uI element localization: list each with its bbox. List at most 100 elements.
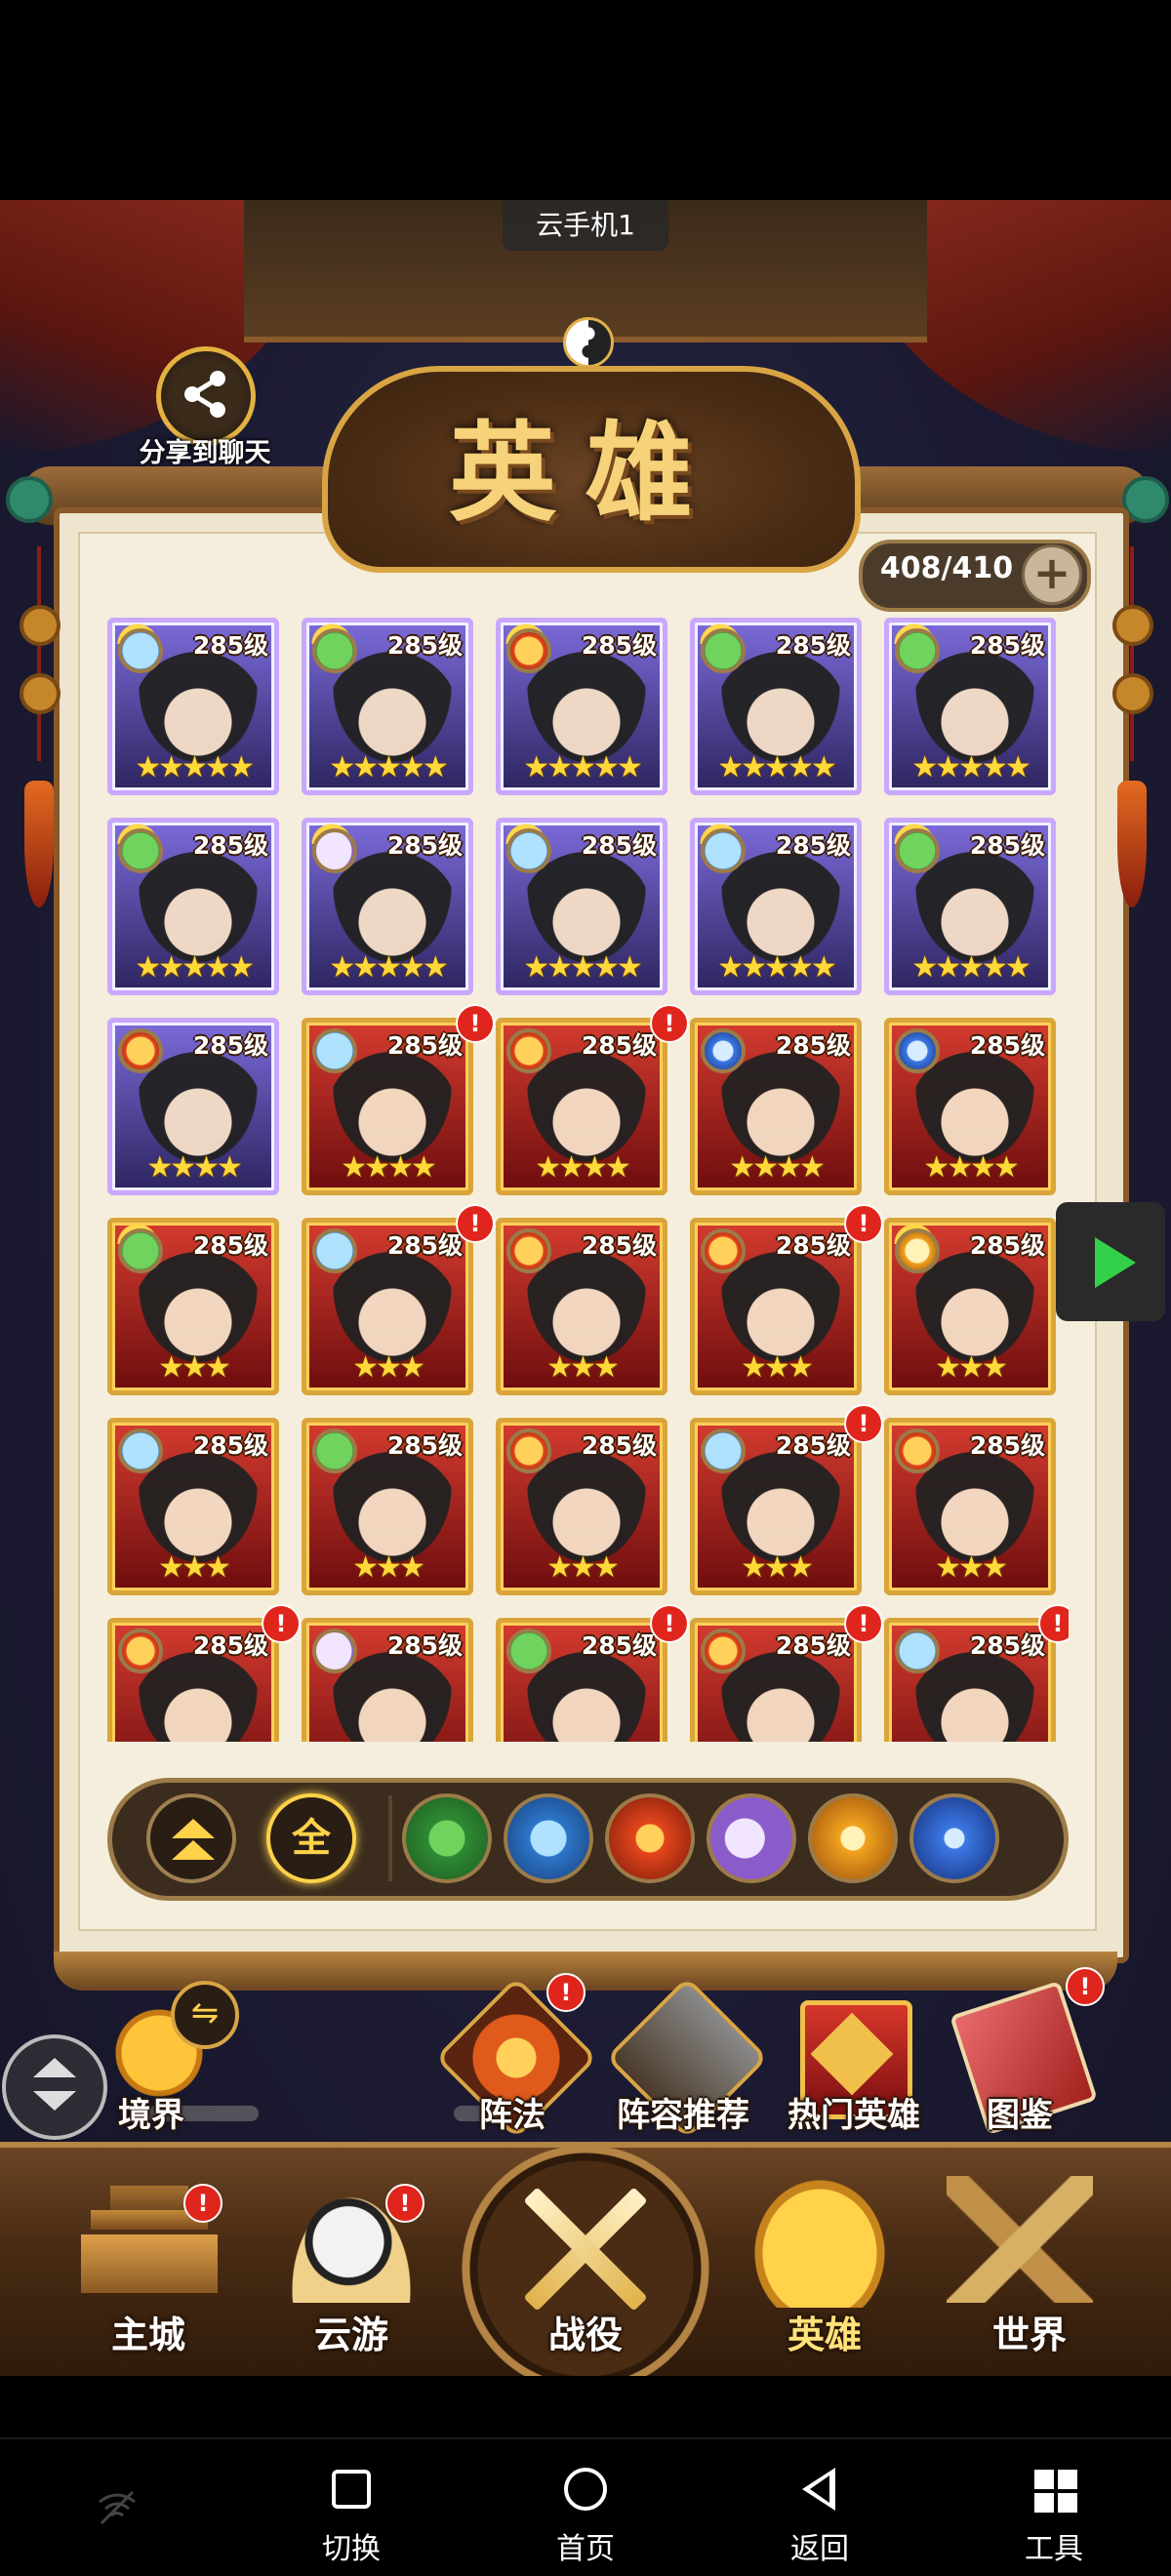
hero-card[interactable]: 285级★★★ xyxy=(107,1418,279,1595)
share-icon xyxy=(184,371,225,418)
next-page-button[interactable] xyxy=(1056,1202,1165,1321)
hero-level: 285级 xyxy=(581,1231,657,1260)
star-rating: ★★★ xyxy=(741,1350,814,1385)
filter-all-button[interactable]: 全 xyxy=(266,1793,356,1883)
star-rating: ★★★ xyxy=(546,1550,620,1585)
page-title: 英雄 xyxy=(449,410,722,536)
filter-sun-button[interactable] xyxy=(808,1793,898,1883)
hero-card[interactable]: 285级★★★ xyxy=(496,1418,667,1595)
filter-wood-button[interactable] xyxy=(402,1793,492,1883)
hero-card[interactable]: 285级 ★★★★★ xyxy=(107,818,279,995)
star-rating: ★★★ xyxy=(546,1350,620,1385)
hero-card[interactable]: 285级★★★ xyxy=(690,1418,862,1595)
hero-card[interactable]: 285级 ★★★★★ xyxy=(690,618,862,795)
sun-element-icon xyxy=(895,1228,940,1273)
hero-card[interactable]: 285级 ★★★★★ xyxy=(496,818,667,995)
hero-card[interactable]: 285级 ★★★★★ xyxy=(107,618,279,795)
system-back-button[interactable]: 返回 xyxy=(761,2464,878,2571)
hero-card[interactable]: 285级 ★★★★ xyxy=(107,1018,279,1195)
hero-card[interactable]: 285级 ★★★★ xyxy=(496,1018,667,1195)
fire-element-icon xyxy=(506,1228,551,1273)
filter-divider xyxy=(388,1795,392,1881)
system-tools-button[interactable]: 工具 xyxy=(995,2464,1112,2571)
water-element-icon xyxy=(118,628,163,673)
ornament-coin-right xyxy=(1112,673,1153,714)
system-switch-button[interactable]: 切换 xyxy=(293,2464,410,2571)
hero-card[interactable]: 285级★★★ xyxy=(884,1418,1056,1595)
ornament-string-right xyxy=(1130,546,1134,761)
moon-element-icon xyxy=(312,828,357,873)
hero-level: 285级 xyxy=(192,1031,268,1060)
hero-level: 285级 xyxy=(775,631,851,660)
formation-label[interactable]: 阵法 xyxy=(459,2088,566,2136)
hero-card[interactable]: 285级 ★★★ xyxy=(496,1218,667,1395)
hero-card[interactable]: 285级★★★ xyxy=(496,1618,667,1742)
hero-card[interactable]: 285级 ★★★★★ xyxy=(884,618,1056,795)
arrow-down-icon xyxy=(33,2091,76,2111)
hero-card[interactable]: 285级 ★★★★★ xyxy=(884,818,1056,995)
realm-label[interactable]: 境界 xyxy=(98,2088,205,2136)
star-rating: ★★★★★ xyxy=(911,950,1030,985)
add-hero-slot-button[interactable]: + xyxy=(1022,544,1082,605)
crossed-swords-icon[interactable] xyxy=(507,2171,664,2327)
hero-level: 285级 xyxy=(775,1231,851,1260)
system-back-label: 返回 xyxy=(790,2532,849,2566)
hero-card[interactable]: 285级 ★★★★ xyxy=(690,1018,862,1195)
hero-card[interactable]: 285级★★★ xyxy=(884,1618,1056,1742)
hero-level: 285级 xyxy=(581,1631,657,1660)
top-black-bar xyxy=(0,0,1171,200)
wood-element-icon xyxy=(118,828,163,873)
hot-heroes-label[interactable]: 热门英雄 xyxy=(776,2088,932,2136)
hero-card[interactable]: 285级 ★★★★★ xyxy=(690,818,862,995)
star-rating: ★★★ xyxy=(741,1550,814,1585)
filter-moon-button[interactable] xyxy=(707,1793,796,1883)
hero-card[interactable]: 285级★★★ xyxy=(302,1218,473,1395)
system-home-button[interactable]: 首页 xyxy=(527,2464,644,2571)
world-mountain-icon[interactable] xyxy=(947,2176,1093,2303)
filter-water-button[interactable] xyxy=(504,1793,593,1883)
star-rating: ★★★★★ xyxy=(329,750,448,785)
hero-helmet-icon[interactable] xyxy=(747,2171,893,2308)
star-rating: ★★★★★ xyxy=(717,750,836,785)
hero-card[interactable]: 285级 ★★★★★ xyxy=(302,818,473,995)
hero-level: 285级 xyxy=(969,1431,1045,1460)
hero-card[interactable]: 285级★★★ xyxy=(884,1218,1056,1395)
hero-card[interactable]: 285级 ★★★★★ xyxy=(302,618,473,795)
wood-element-icon xyxy=(118,1228,163,1273)
hero-card[interactable]: 285级 ★★★★ xyxy=(884,1018,1056,1195)
star-rating: ★★★★ xyxy=(923,1150,1020,1185)
hero-card[interactable]: 285级★★★ xyxy=(302,1418,473,1595)
hero-level: 285级 xyxy=(969,831,1045,860)
nav-main-city[interactable]: 主城 xyxy=(61,2305,236,2358)
star-rating: ★★★★ xyxy=(535,1150,631,1185)
hero-card[interactable]: 285级★★★ xyxy=(107,1618,279,1742)
fire-element-icon xyxy=(118,1629,163,1673)
swap-icon[interactable]: ⇋ xyxy=(171,1981,239,2049)
hero-card[interactable]: 285级★★★ xyxy=(302,1618,473,1742)
hero-card[interactable]: 285级 ★★★ xyxy=(690,1218,862,1395)
hero-card[interactable]: 285级 ★★★★ xyxy=(302,1018,473,1195)
nav-hero[interactable]: 英雄 xyxy=(737,2305,912,2358)
filter-spiral-button[interactable] xyxy=(909,1793,999,1883)
nav-world[interactable]: 世界 xyxy=(942,2305,1117,2358)
guide-label[interactable]: 图鉴 xyxy=(966,2088,1073,2136)
hero-card[interactable]: 285级 ★★★★★ xyxy=(496,618,667,795)
nav-travel[interactable]: 云游 xyxy=(263,2305,439,2358)
alert-badge: ! xyxy=(183,2184,222,2223)
collapse-filter-button[interactable] xyxy=(146,1793,236,1883)
star-rating: ★★★ xyxy=(158,1550,231,1585)
star-rating: ★★★ xyxy=(352,1550,425,1585)
water-element-icon xyxy=(701,1429,746,1473)
star-rating: ★★★★★ xyxy=(911,750,1030,785)
alert-badge: ! xyxy=(456,1204,495,1243)
tassel-right xyxy=(1117,781,1147,907)
play-arrow-icon xyxy=(1095,1237,1136,1288)
fire-element-icon xyxy=(506,1028,551,1073)
hero-card[interactable]: 285级★★★ xyxy=(690,1618,862,1742)
nav-battle[interactable]: 战役 xyxy=(498,2305,673,2358)
filter-fire-button[interactable] xyxy=(605,1793,695,1883)
hero-card[interactable]: 285级★★★ xyxy=(107,1218,279,1395)
lineup-recommend-label[interactable]: 阵容推荐 xyxy=(605,2088,761,2136)
share-label: 分享到聊天 xyxy=(139,438,271,468)
floating-scroll-button[interactable] xyxy=(2,2034,107,2140)
